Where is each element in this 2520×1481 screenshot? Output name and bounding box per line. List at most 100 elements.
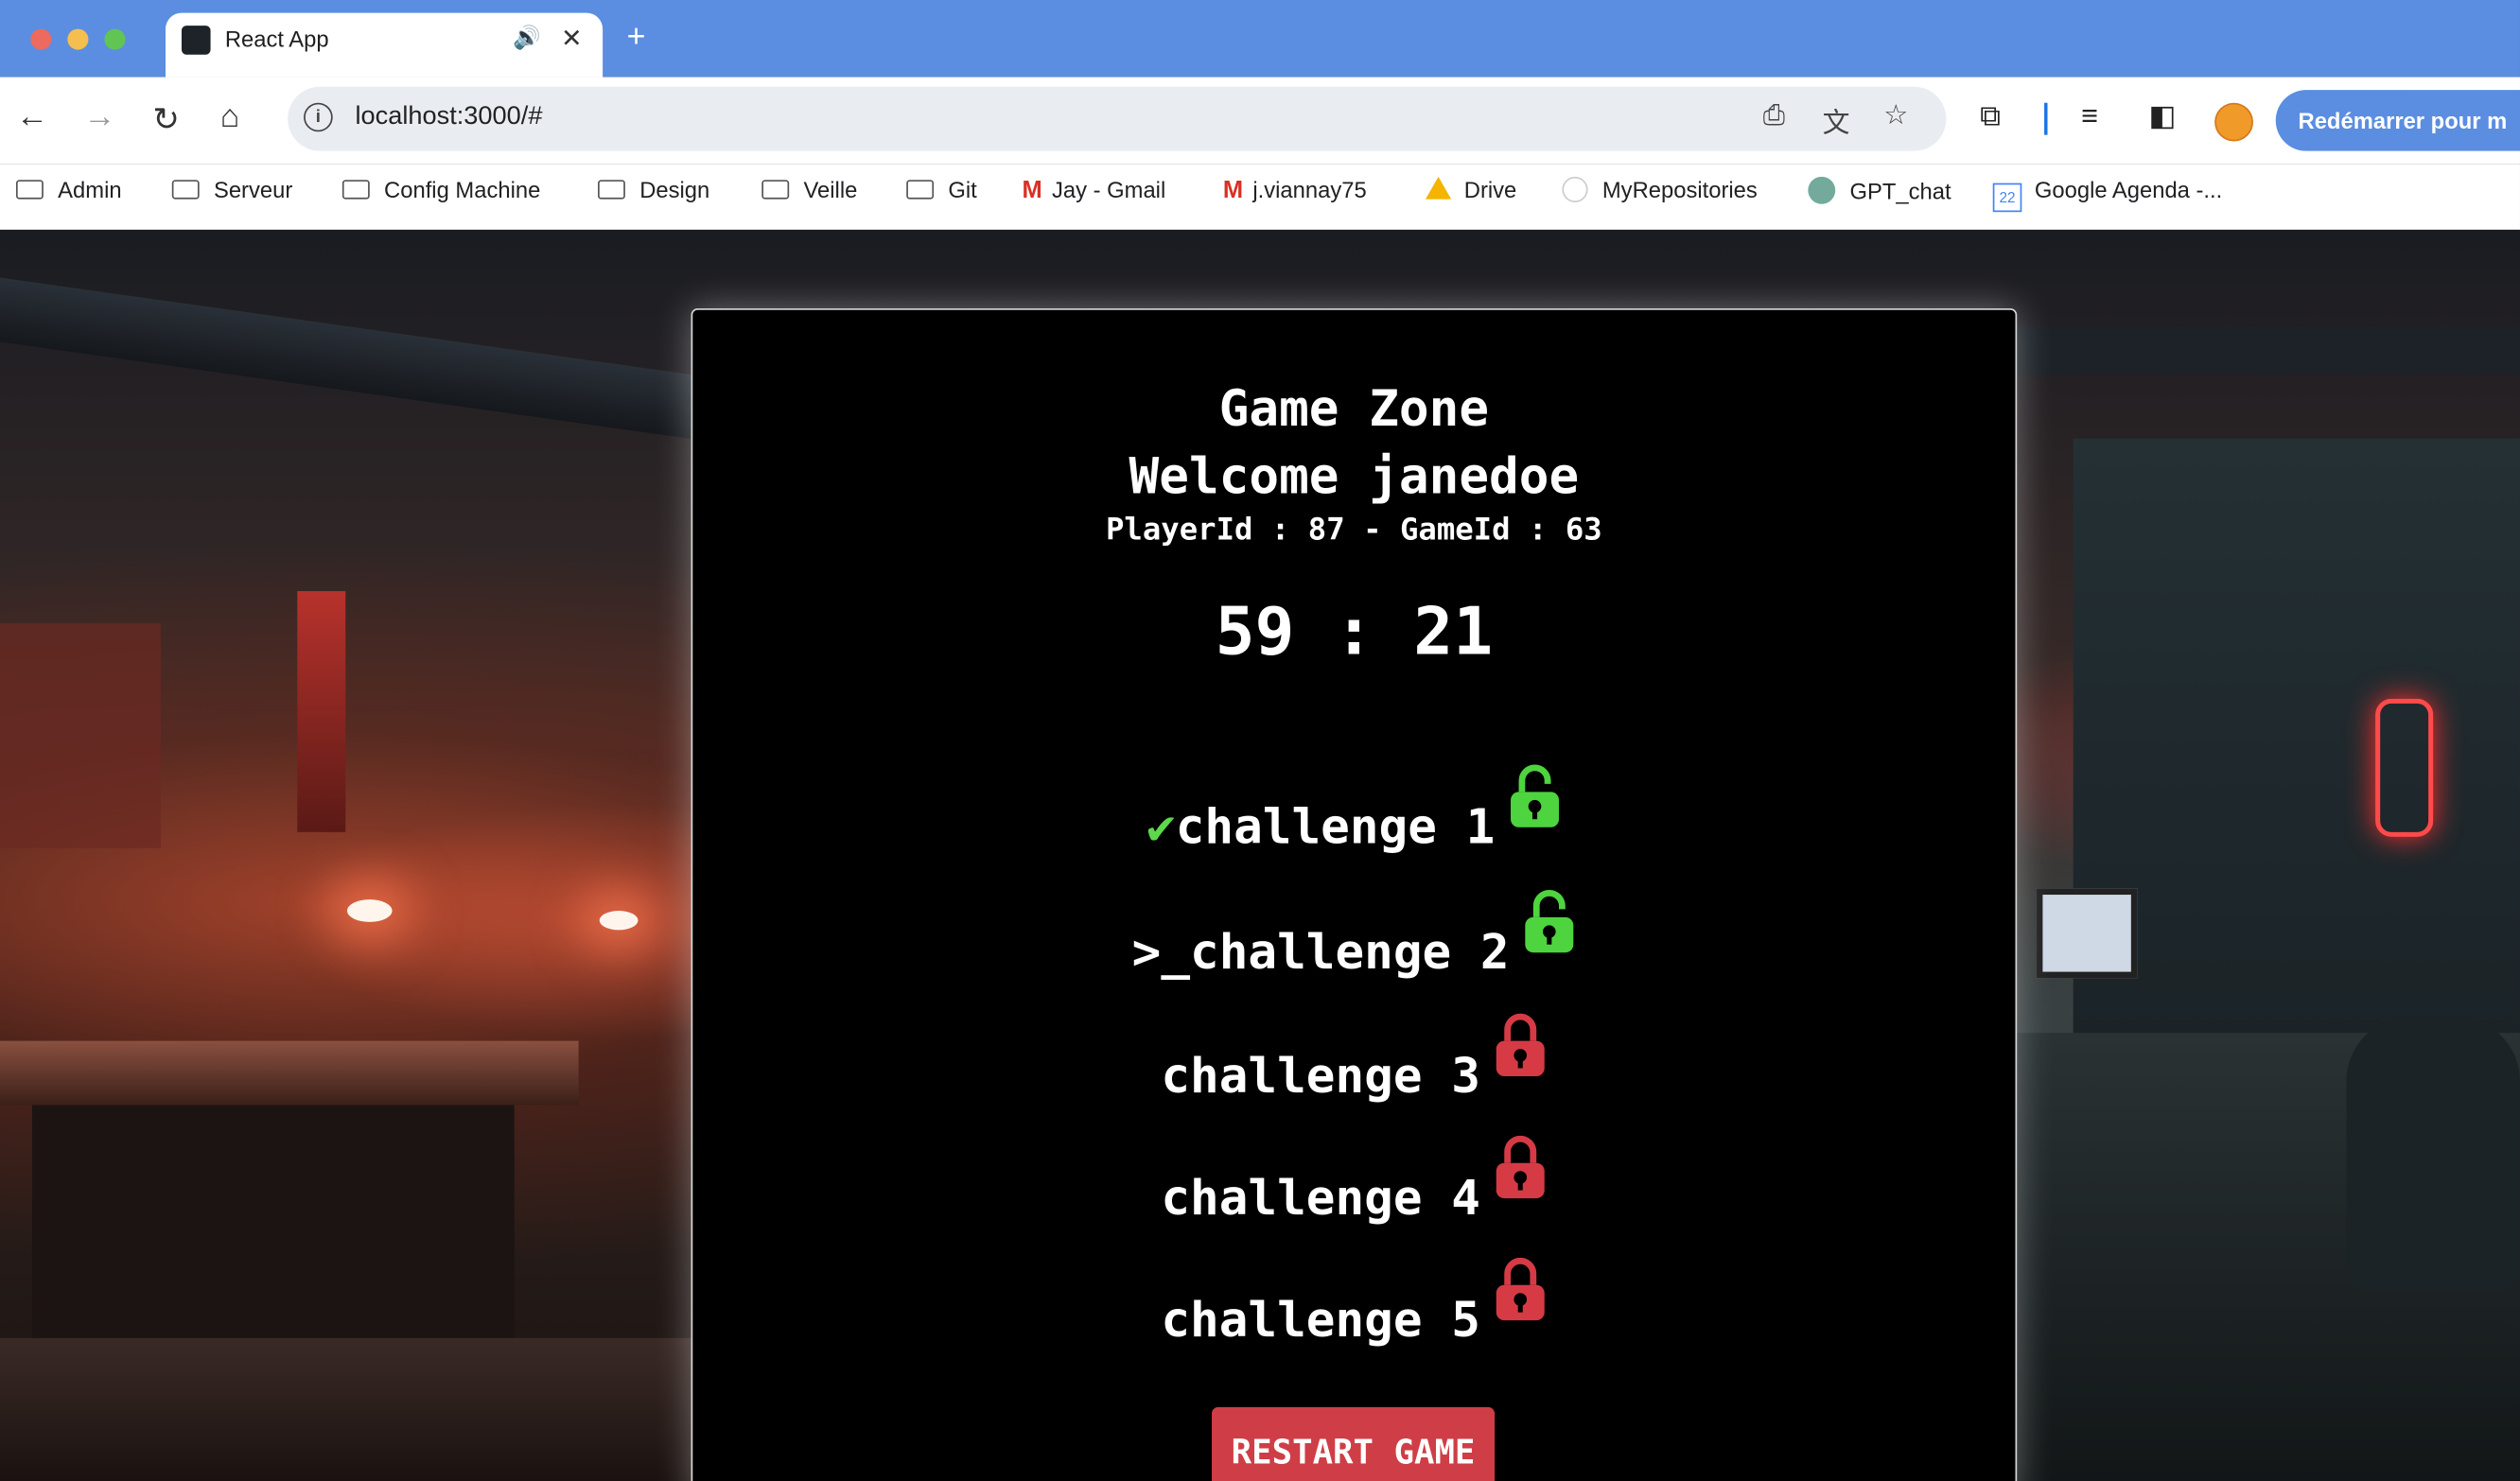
page-background: Game Zone Welcome janedoe PlayerId : 87 … [0,229,2520,1481]
bookmark-config-machine[interactable]: Config Machine [341,176,541,203]
tab-title: React App [224,26,329,52]
lamp-light [599,911,639,931]
challenge-item-4[interactable]: challenge 4 [692,1134,2015,1228]
bookmark-git[interactable]: Git [906,177,977,202]
lamp-light [346,899,393,922]
new-tab-button[interactable]: + [627,19,646,56]
forward-arrow-icon[interactable]: → [83,99,115,136]
ceiling-duct [0,277,691,440]
monitor [2036,888,2138,979]
challenge-item-1[interactable]: ✔challenge 1 [692,763,2015,857]
side-panel-icon[interactable]: ◧ [2149,99,2177,133]
bookmark-star-icon[interactable]: ☆ [1883,99,1908,131]
browser-tab-strip: React App 🔊 ✕ + [0,0,2520,78]
game-panel: Game Zone Welcome janedoe PlayerId : 87 … [691,308,2018,1481]
translate-icon[interactable]: 文 [1823,99,1850,139]
close-window-button[interactable] [30,28,52,50]
bookmark-label: Design [639,176,710,203]
browser-tab[interactable]: React App 🔊 ✕ [165,12,604,78]
back-arrow-icon[interactable]: ← [16,99,48,136]
challenge-item-3[interactable]: challenge 3 [692,1012,2015,1106]
gmail-icon: M [1222,176,1244,204]
neon-sign [2375,698,2434,837]
openai-icon [1808,176,1836,204]
browser-toolbar: ← → ↻ ⌂ i localhost:3000/# ⎙ 文 ☆ ⧉ ≡ ◧ R… [0,77,2520,165]
bookmark-veille[interactable]: Veille [761,177,857,202]
maximize-window-button[interactable] [104,28,126,50]
bookmark-label: MyRepositories [1601,176,1758,203]
speaker-icon[interactable]: 🔊 [513,24,541,51]
reload-icon[interactable]: ↻ [152,99,179,139]
unlocked-padlock-icon [1524,889,1573,953]
minimize-window-button[interactable] [67,28,89,50]
countdown-timer: 59 : 21 [1215,592,1494,671]
folder-icon [598,180,625,200]
bookmarks-bar: Admin Serveur Config Machine Design Veil… [0,164,2520,232]
bookmark-label: Jay - Gmail [1051,176,1166,203]
folder-icon [171,180,200,200]
bookmark-label: Veille [803,176,858,203]
react-icon [181,26,211,55]
ceiling-beam [2013,325,2520,375]
bookmark-google-agenda[interactable]: 22 Google Agenda -... [1992,176,2223,213]
bookmark-design[interactable]: Design [598,177,709,202]
challenge-label: challenge 2 [1190,925,1510,982]
bookmark-label: GPT_chat [1849,178,1951,204]
challenge-label: challenge 5 [1161,1293,1480,1350]
bookmark-serveur[interactable]: Serveur [171,176,293,203]
locked-padlock-icon [1495,1257,1544,1321]
address-bar[interactable]: i localhost:3000/# ⎙ 文 ☆ [288,86,1947,151]
desk [0,1040,579,1106]
page-title: Game Zone [1218,380,1490,439]
profile-avatar[interactable] [2214,102,2253,142]
close-tab-icon[interactable]: ✕ [561,23,583,55]
bookmark-drive[interactable]: Drive [1425,176,1517,203]
bookmark-label: Config Machine [384,176,541,203]
folder-icon [341,180,370,200]
gmail-icon: M [1022,176,1042,204]
bookmark-label: Git [948,176,977,203]
folder-icon [906,180,935,200]
address-url[interactable]: localhost:3000/# [355,103,542,132]
bookmark-admin[interactable]: Admin [15,176,122,203]
bookmark-jay-gmail[interactable]: M Jay - Gmail [1023,177,1166,204]
relaunch-to-update-button[interactable]: Redémarrer pour m [2275,90,2520,151]
checkmark-icon: ✔ [1146,799,1176,857]
bookmark-label: Serveur [213,176,293,203]
challenge-label: challenge 4 [1161,1171,1480,1228]
restart-game-button[interactable]: RESTART GAME [1212,1406,1496,1481]
github-icon [1562,176,1588,203]
calendar-icon: 22 [1992,183,2022,213]
player-game-ids: PlayerId : 87 - GameId : 63 [1105,512,1602,549]
extensions-icon[interactable]: ⧉ [1980,99,2001,133]
floor-papers [0,1337,691,1481]
challenge-item-2[interactable]: >_challenge 2 [692,888,2015,982]
toolbar-divider [2044,102,2048,135]
challenge-item-5[interactable]: challenge 5 [692,1256,2015,1350]
desk-leg [31,1105,515,1347]
terminal-prompt-icon: >_ [1131,925,1191,982]
wall-panel [2073,438,2520,1082]
home-icon[interactable]: ⌂ [220,99,240,136]
bookmark-gpt-chat[interactable]: GPT_chat [1808,176,1951,204]
locked-padlock-icon [1495,1135,1544,1199]
folder-icon [15,180,44,200]
locked-padlock-icon [1495,1013,1544,1076]
media-control-icon[interactable]: ≡ [2081,99,2098,133]
folder-icon [761,180,790,200]
wall-poster [0,623,161,848]
site-info-icon[interactable]: i [304,102,333,132]
office-chair [2346,1017,2520,1290]
bookmark-label: Drive [1463,176,1517,203]
bookmark-label: Google Agenda -... [2034,176,2223,203]
challenge-label: challenge 3 [1161,1049,1480,1106]
wall-banner [297,591,346,832]
welcome-message: Welcome janedoe [1129,447,1580,507]
bookmark-jviannay75[interactable]: Mj.viannay75 [1223,177,1367,204]
bookmark-label: Admin [58,176,122,203]
bookmark-myrepositories[interactable]: MyRepositories [1562,176,1758,203]
drive-icon [1425,176,1452,200]
install-app-icon[interactable]: ⎙ [1763,99,1785,131]
challenge-label: challenge 1 [1175,799,1496,857]
unlocked-padlock-icon [1510,764,1559,828]
